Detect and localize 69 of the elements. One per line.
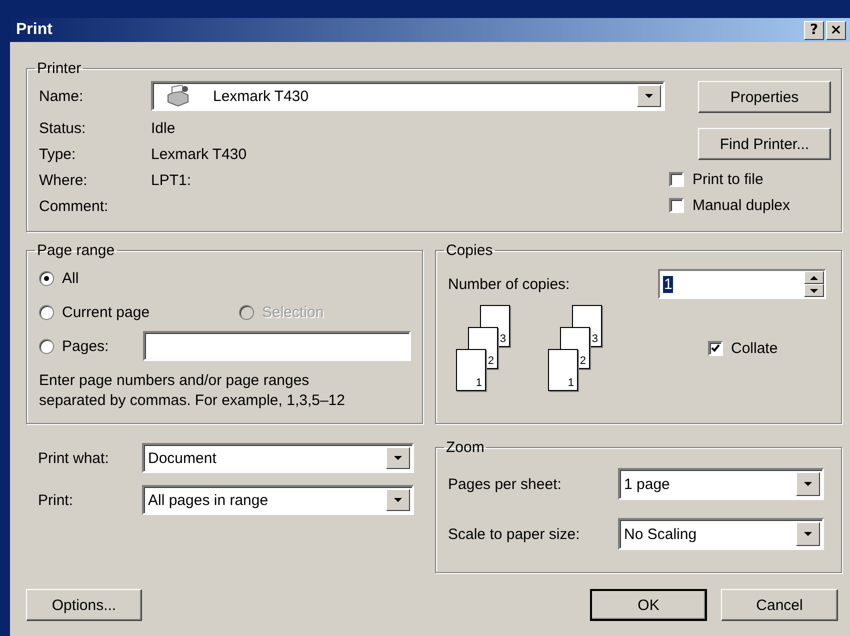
check-icon bbox=[711, 344, 720, 352]
spin-down-button[interactable] bbox=[804, 284, 824, 297]
dropdown-button[interactable] bbox=[796, 522, 820, 546]
field-label: Number of copies: bbox=[448, 276, 571, 292]
dropdown-value: 1 page bbox=[624, 476, 671, 492]
down-arrow-icon bbox=[394, 456, 402, 460]
group-title: Printer bbox=[36, 60, 82, 77]
radio-button[interactable] bbox=[39, 338, 54, 354]
dialog-button[interactable]: Cancel bbox=[721, 589, 838, 621]
info-label: Comment: bbox=[39, 198, 110, 214]
dropdown-value: Lexmark T430 bbox=[213, 88, 310, 104]
dialog-button[interactable]: Options... bbox=[26, 589, 142, 621]
dropdown-field[interactable]: No Scaling bbox=[618, 518, 824, 550]
field-label: Name: bbox=[39, 88, 84, 104]
up-arrow-icon bbox=[810, 276, 818, 280]
info-value: LPT1: bbox=[151, 172, 192, 188]
dropdown-value: No Scaling bbox=[624, 526, 698, 542]
radio-label: Pages: bbox=[62, 338, 109, 354]
checkbox[interactable] bbox=[669, 172, 684, 186]
window-title: Print bbox=[16, 21, 52, 39]
close-button[interactable]: × bbox=[826, 20, 846, 40]
down-arrow-icon bbox=[804, 482, 812, 486]
dropdown-button[interactable] bbox=[637, 85, 661, 107]
down-arrow-icon bbox=[645, 94, 653, 98]
hint-text: Enter page numbers and/or page ranges separated by commas. For example, 1,3,5–12 bbox=[39, 371, 346, 411]
printer-icon bbox=[165, 85, 191, 107]
page-sheet: 1 bbox=[456, 349, 486, 391]
dropdown-button[interactable] bbox=[386, 447, 410, 469]
dropdown-field[interactable]: All pages in range bbox=[142, 485, 414, 515]
dropdown-button[interactable] bbox=[386, 489, 410, 511]
copies-value: 1 bbox=[663, 276, 674, 292]
group-title: Copies bbox=[445, 242, 494, 259]
info-label: Where: bbox=[39, 172, 88, 188]
info-label: Status: bbox=[39, 120, 87, 136]
field-label: Print what: bbox=[38, 450, 110, 466]
dropdown-field[interactable]: 1 page bbox=[618, 468, 824, 500]
dropdown-field[interactable]: Lexmark T430 bbox=[151, 81, 665, 111]
help-button[interactable]: ? bbox=[804, 20, 824, 40]
field-label: Pages per sheet: bbox=[448, 476, 562, 492]
group-title: Page range bbox=[36, 242, 116, 259]
pages-input[interactable] bbox=[143, 331, 411, 361]
radio-label: All bbox=[62, 270, 79, 286]
page-sheet: 1 bbox=[548, 349, 578, 391]
info-value: Idle bbox=[151, 120, 176, 136]
info-value: Lexmark T430 bbox=[151, 146, 247, 162]
dropdown-button[interactable] bbox=[796, 472, 820, 496]
radio-label: Current page bbox=[62, 304, 150, 320]
checkbox-label: Manual duplex bbox=[692, 196, 790, 214]
down-arrow-icon bbox=[810, 288, 818, 292]
checkbox-label: Print to file bbox=[692, 170, 764, 188]
dialog-button[interactable]: Find Printer... bbox=[698, 128, 831, 160]
group-title: Zoom bbox=[445, 439, 486, 456]
copies-spinner[interactable]: 1 bbox=[658, 269, 826, 299]
down-arrow-icon bbox=[804, 532, 812, 536]
radio-button[interactable] bbox=[39, 270, 54, 286]
dialog-button[interactable]: Properties bbox=[698, 81, 831, 113]
down-arrow-icon bbox=[394, 498, 402, 502]
dropdown-value: Document bbox=[148, 450, 218, 466]
field-label: Print: bbox=[38, 492, 74, 508]
checkbox[interactable] bbox=[708, 340, 723, 356]
spin-up-button[interactable] bbox=[804, 271, 824, 284]
radio-button[interactable] bbox=[39, 304, 54, 320]
checkbox-label: Collate bbox=[731, 340, 778, 356]
field-label: Scale to paper size: bbox=[448, 526, 581, 542]
checkbox[interactable] bbox=[669, 198, 684, 212]
dropdown-value: All pages in range bbox=[148, 492, 270, 508]
dropdown-field[interactable]: Document bbox=[142, 443, 414, 473]
info-label: Type: bbox=[39, 146, 77, 162]
dialog-button[interactable]: OK bbox=[590, 589, 707, 621]
